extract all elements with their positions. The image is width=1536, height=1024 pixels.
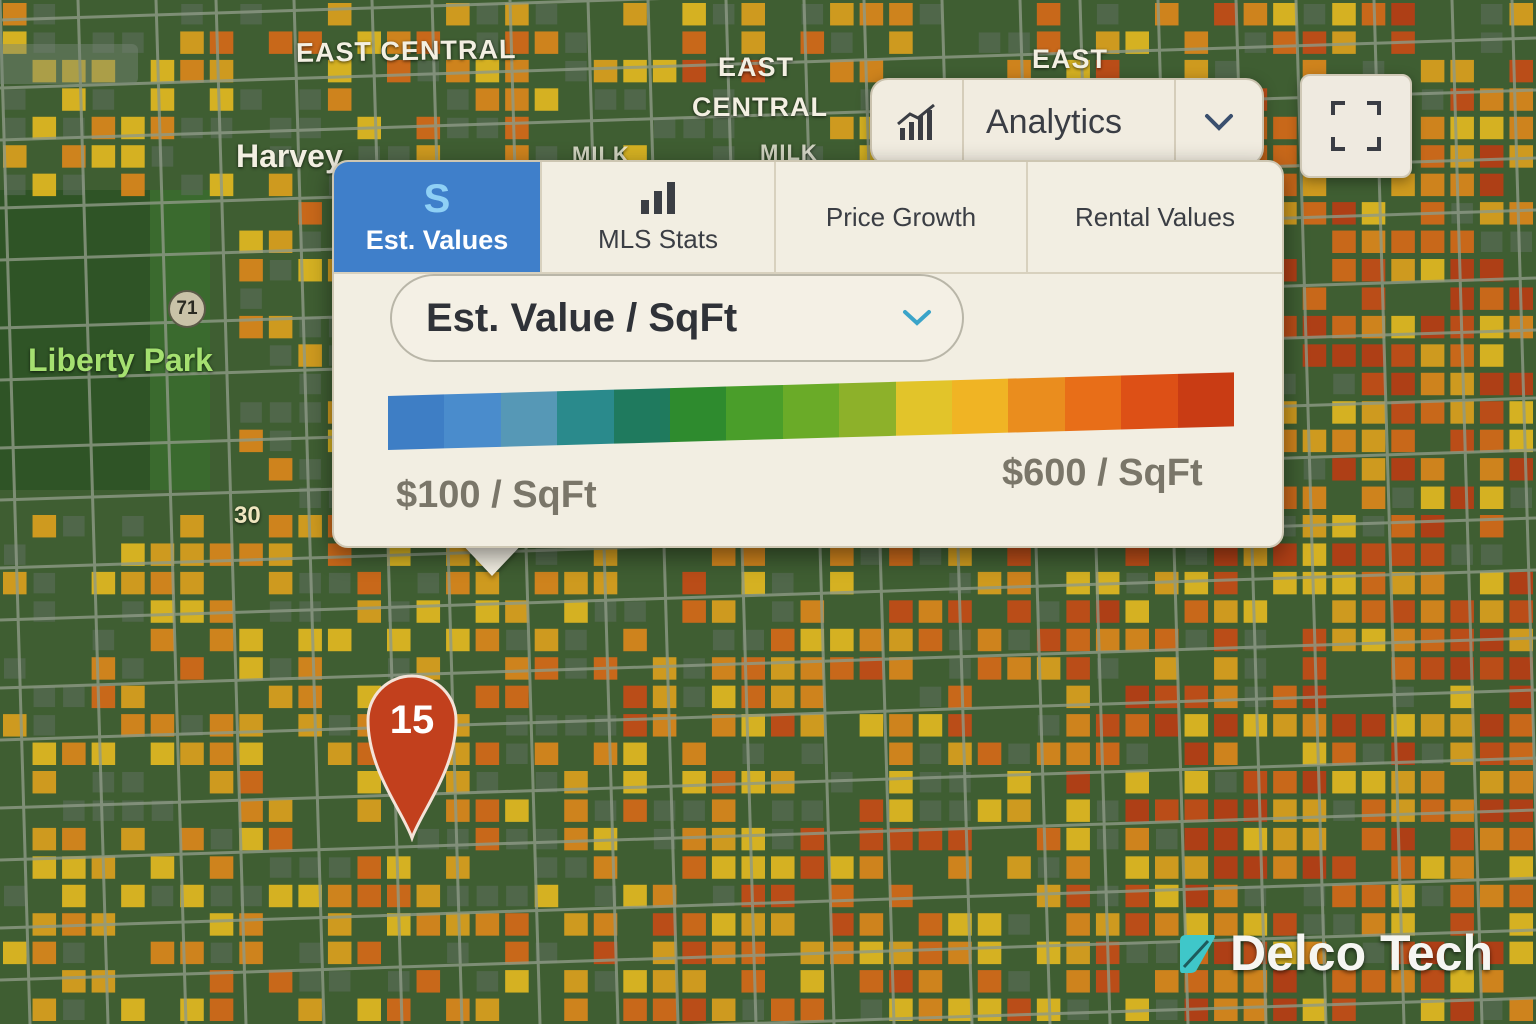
tab-mls-stats-label: MLS Stats xyxy=(598,223,718,254)
chevron-down-icon[interactable] xyxy=(1174,80,1262,164)
panel-tabs: S Est. Values MLS Stats Price Growth Ren… xyxy=(334,162,1282,274)
tab-est-values-label: Est. Values xyxy=(365,224,509,255)
legend-swatch xyxy=(839,381,896,438)
analytics-panel: S Est. Values MLS Stats Price Growth Ren… xyxy=(332,160,1284,548)
legend-swatch xyxy=(782,383,840,439)
legend-min-label: $100 / SqFt xyxy=(396,474,597,516)
metric-select-value: Est. Value / SqFt xyxy=(426,295,738,340)
tab-mls-stats[interactable]: MLS Stats xyxy=(542,162,776,272)
legend-swatch xyxy=(1064,375,1122,432)
legend-swatch xyxy=(1008,377,1065,433)
legend-swatch xyxy=(444,392,501,449)
map-label-harvey: Harvey xyxy=(236,138,343,174)
legend-swatch xyxy=(1177,372,1235,428)
delco-leaf-icon xyxy=(1180,935,1215,973)
tab-rental-values[interactable]: Rental Values xyxy=(1028,162,1282,272)
legend-swatch xyxy=(613,388,671,444)
bar-chart-icon xyxy=(641,181,675,214)
analytics-label: Analytics xyxy=(986,102,1123,141)
map-label-east-central: EAST CENTRAL xyxy=(295,34,517,68)
tab-price-growth-label: Price Growth xyxy=(825,201,977,232)
legend-max-label: $600 / SqFt xyxy=(1002,452,1203,494)
map-marker[interactable]: 15 xyxy=(362,670,462,843)
dollar-icon: S xyxy=(423,176,451,221)
fullscreen-button[interactable] xyxy=(1300,74,1412,178)
tab-est-values[interactable]: S Est. Values xyxy=(334,162,542,272)
route-shield-71: 71 xyxy=(168,290,206,328)
map-label-liberty-park: Liberty Park xyxy=(28,342,213,378)
legend-swatch xyxy=(952,378,1009,435)
legend-swatch xyxy=(1121,373,1178,430)
tab-price-growth[interactable]: Price Growth xyxy=(776,162,1028,272)
map-search-bar-ghost xyxy=(0,44,138,84)
legend-swatch xyxy=(726,384,783,441)
legend-swatch xyxy=(895,380,953,436)
legend-swatch xyxy=(557,389,614,446)
legend-swatch xyxy=(670,386,727,443)
legend-swatch xyxy=(388,394,445,450)
brand-name: Delco Tech xyxy=(1230,925,1494,981)
map-pin-icon xyxy=(366,674,458,843)
metric-select[interactable]: Est. Value / SqFt xyxy=(390,274,964,362)
analytics-dropdown[interactable]: Analytics xyxy=(870,78,1264,166)
map-label-east: EAST xyxy=(1032,44,1109,74)
map-label-east-central-2: EAST xyxy=(718,52,795,82)
brand-logo: Delco Tech xyxy=(1178,924,1493,982)
route-label-30: 30 xyxy=(234,502,261,529)
bar-chart-trend-icon xyxy=(872,80,964,164)
chevron-down-icon xyxy=(872,308,962,328)
map-marker-label: 15 xyxy=(389,698,435,742)
legend-color-scale xyxy=(388,372,1235,450)
fullscreen-icon xyxy=(1331,101,1381,151)
legend-swatch xyxy=(500,391,558,447)
tab-rental-values-label: Rental Values xyxy=(1075,201,1235,232)
map-label-east-central-2b: CENTRAL xyxy=(692,92,828,122)
